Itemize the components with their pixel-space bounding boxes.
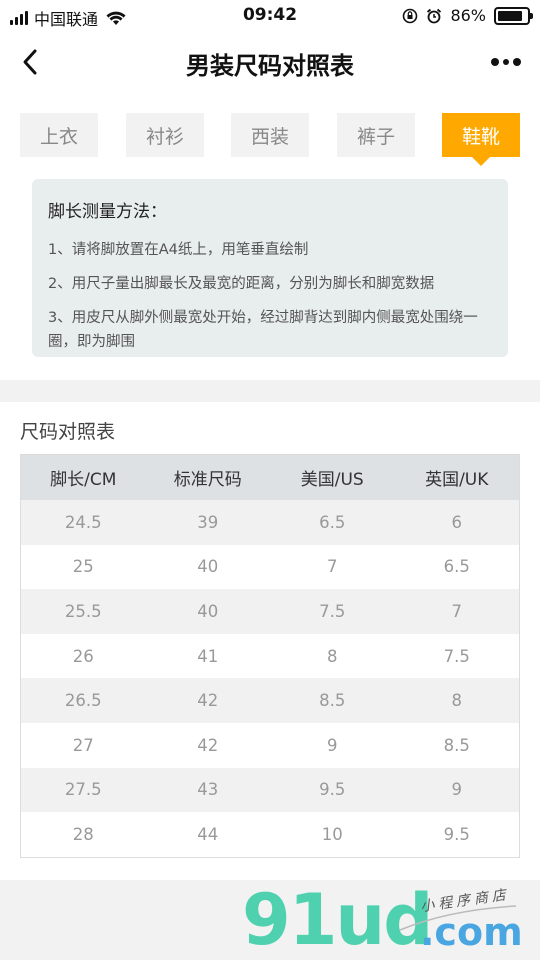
table-cell: 8.5 bbox=[443, 735, 470, 755]
table-cell: 8.5 bbox=[319, 691, 346, 711]
table-cell: 7 bbox=[451, 601, 463, 621]
table-cell: 7.5 bbox=[319, 601, 346, 621]
table-cell: 6.5 bbox=[319, 512, 346, 532]
footer-watermark: 91ud 小程序商店 .com bbox=[0, 880, 540, 960]
table-row: 27 42 9 8.5 bbox=[21, 723, 519, 768]
tab-tops[interactable]: 上衣 bbox=[20, 113, 98, 157]
method-step: 3、用皮尺从脚外侧最宽处开始，经过脚背达到脚内侧最宽处围绕一圈，即为脚围 bbox=[48, 310, 478, 350]
table-cell: 7.5 bbox=[443, 646, 470, 666]
category-tabs: 上衣 衬衫 西装 裤子 鞋靴 bbox=[20, 113, 520, 166]
table-row: 26 41 8 7.5 bbox=[21, 634, 519, 679]
table-cell: 7 bbox=[327, 557, 338, 577]
tab-shoes[interactable]: 鞋靴 bbox=[442, 113, 520, 166]
table-cell: 43 bbox=[197, 780, 219, 800]
page-title: 男装尺码对照表 bbox=[186, 52, 354, 80]
table-cell: 6.5 bbox=[443, 557, 470, 577]
table-header-row: 脚长/CM 标准尺码 美国/US 英国/UK bbox=[21, 455, 519, 500]
method-title: 脚长测量方法： bbox=[48, 202, 167, 222]
table-row: 27.5 43 9.5 9 bbox=[21, 767, 519, 813]
status-right: 86% bbox=[402, 6, 533, 25]
table-row: 25 40 7 6.5 bbox=[21, 545, 519, 590]
status-bar: 中国联通 09:42 86% bbox=[0, 0, 540, 32]
table-cell: 25.5 bbox=[64, 601, 102, 621]
battery-icon bbox=[494, 6, 533, 25]
measurement-method-box: 脚长测量方法： 1、请将脚放置在A4纸上，用笔垂直绘制 2、用尺子量出脚最长及最… bbox=[32, 179, 508, 357]
table-cell: 40 bbox=[197, 601, 219, 621]
column-header: 脚长/CM bbox=[50, 470, 117, 490]
table-row: 24.5 39 6.5 6 bbox=[21, 500, 519, 545]
table-cell: 6 bbox=[451, 512, 463, 532]
table-cell: 8 bbox=[451, 691, 463, 711]
table-cell: 26 bbox=[72, 646, 94, 666]
alarm-icon bbox=[427, 8, 442, 23]
table-cell: 44 bbox=[197, 824, 219, 844]
column-header: 美国/US bbox=[300, 470, 364, 490]
table-cell: 9 bbox=[451, 780, 463, 800]
table-cell: 27.5 bbox=[64, 780, 102, 800]
size-table: 脚长/CM 标准尺码 美国/US 英国/UK 24.5 39 6.5 6 25 … bbox=[20, 454, 520, 858]
table-cell: 10 bbox=[321, 824, 343, 844]
table-cell: 9.5 bbox=[443, 824, 470, 844]
battery-fill bbox=[498, 10, 523, 21]
tab-pants[interactable]: 裤子 bbox=[337, 113, 415, 157]
table-cell: 40 bbox=[197, 557, 219, 577]
table-cell: 9.5 bbox=[319, 780, 346, 800]
tab-shirts[interactable]: 衬衫 bbox=[126, 113, 204, 157]
table-cell: 42 bbox=[197, 735, 219, 755]
orientation-lock-icon bbox=[403, 8, 418, 23]
size-table-section: 尺码对照表 脚长/CM 标准尺码 美国/US 英国/UK 24.5 39 6.5… bbox=[0, 402, 540, 880]
table-cell: 39 bbox=[197, 512, 219, 532]
more-dot-icon bbox=[513, 58, 521, 66]
battery-percent: 86% bbox=[450, 6, 486, 25]
table-cell: 25 bbox=[72, 557, 94, 577]
table-cell: 9 bbox=[327, 735, 338, 755]
column-header: 英国/UK bbox=[425, 470, 489, 490]
table-cell: 8 bbox=[327, 646, 338, 666]
more-dot-icon bbox=[503, 59, 509, 65]
method-step: 1、请将脚放置在A4纸上，用笔垂直绘制 bbox=[48, 242, 309, 258]
watermark-domain: .com bbox=[420, 910, 523, 954]
nav-bar: 男装尺码对照表 bbox=[0, 32, 540, 92]
table-row: 25.5 40 7.5 7 bbox=[21, 589, 519, 634]
table-cell: 41 bbox=[197, 646, 219, 666]
table-cell: 28 bbox=[72, 824, 94, 844]
table-row: 28 44 10 9.5 bbox=[21, 812, 519, 857]
table-cell: 42 bbox=[197, 691, 219, 711]
table-cell: 24.5 bbox=[64, 512, 102, 532]
table-row: 26.5 42 8.5 8 bbox=[21, 678, 519, 723]
column-header: 标准尺码 bbox=[173, 470, 242, 490]
tab-suits[interactable]: 西装 bbox=[231, 113, 309, 157]
table-cell: 27 bbox=[72, 735, 94, 755]
more-button[interactable] bbox=[486, 50, 526, 74]
top-section: 上衣 衬衫 西装 裤子 鞋靴 脚长测量方法： 1、请将脚放置在A4纸上，用笔垂直… bbox=[0, 92, 540, 380]
more-dot-icon bbox=[491, 58, 499, 66]
size-table-title: 尺码对照表 bbox=[20, 421, 116, 443]
method-step: 2、用尺子量出脚最长及最宽的距离，分别为脚长和脚宽数据 bbox=[48, 276, 435, 292]
table-cell: 26.5 bbox=[64, 691, 102, 711]
